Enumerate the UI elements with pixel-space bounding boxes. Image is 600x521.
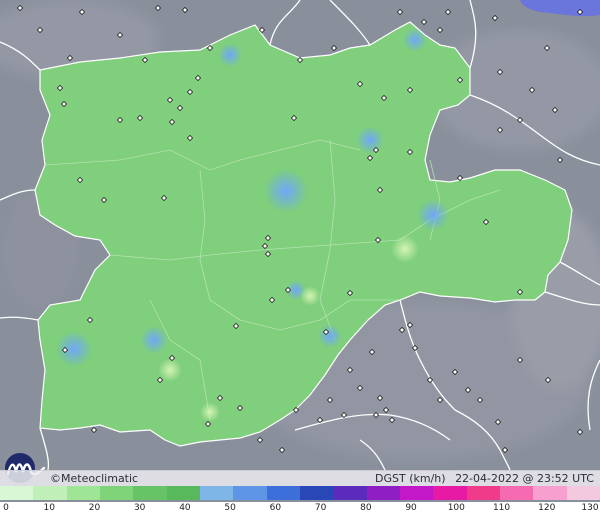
color-scale-bar — [0, 486, 600, 500]
scale-tick-label: 40 — [179, 503, 191, 513]
map-caption: DGST (km/h) 22-04-2022 @ 23:52 UTC — [369, 471, 594, 486]
scale-swatch — [499, 486, 534, 500]
scale-tick-label: 70 — [314, 503, 327, 513]
scale-tick-label: 120 — [538, 503, 556, 513]
scale-swatch — [233, 486, 267, 500]
wind-gust-map — [0, 0, 600, 471]
map-footer: ©Meteoclimatic DGST (km/h) 22-04-2022 @ … — [0, 470, 600, 486]
scale-swatch — [333, 486, 367, 500]
brand-name: Meteoclimatic — [61, 472, 139, 485]
scale-swatch — [99, 486, 134, 500]
scale-swatch — [566, 486, 600, 500]
scale-swatch — [266, 486, 300, 500]
brand-label: ©Meteoclimatic — [50, 471, 138, 486]
scale-tick-label: 10 — [43, 503, 55, 513]
scale-swatch — [533, 486, 567, 500]
scale-tick-label: 60 — [269, 503, 282, 513]
timestamp-label: 22-04-2022 @ 23:52 UTC — [455, 472, 594, 485]
scale-tick-label: 30 — [133, 503, 146, 513]
scale-swatch — [366, 486, 400, 500]
scale-swatch — [166, 486, 200, 500]
scale-swatch — [466, 486, 500, 500]
scale-tick-label: 20 — [88, 503, 101, 513]
color-scale-labels: 0 10 20 30 40 50 60 70 80 90 100 110 120 130 — [0, 502, 600, 521]
scale-tick-label: 100 — [447, 503, 465, 513]
scale-swatch — [0, 486, 34, 500]
variable-label: DGST (km/h) — [375, 472, 446, 485]
scale-swatch — [133, 486, 167, 500]
scale-tick-label: 0 — [3, 503, 9, 513]
scale-tick-label: 80 — [360, 503, 372, 513]
scale-tick-label: 50 — [224, 503, 236, 513]
scale-swatch — [66, 486, 100, 500]
scale-swatch — [399, 486, 434, 500]
copyright-symbol: © — [50, 472, 61, 485]
scale-tick-label: 130 — [581, 503, 599, 513]
scale-swatch — [433, 486, 467, 500]
scale-swatch — [199, 486, 234, 500]
scale-tick-label: 110 — [492, 503, 511, 513]
scale-tick-label: 90 — [405, 503, 417, 513]
scale-swatch — [33, 486, 67, 500]
scale-swatch — [299, 486, 334, 500]
